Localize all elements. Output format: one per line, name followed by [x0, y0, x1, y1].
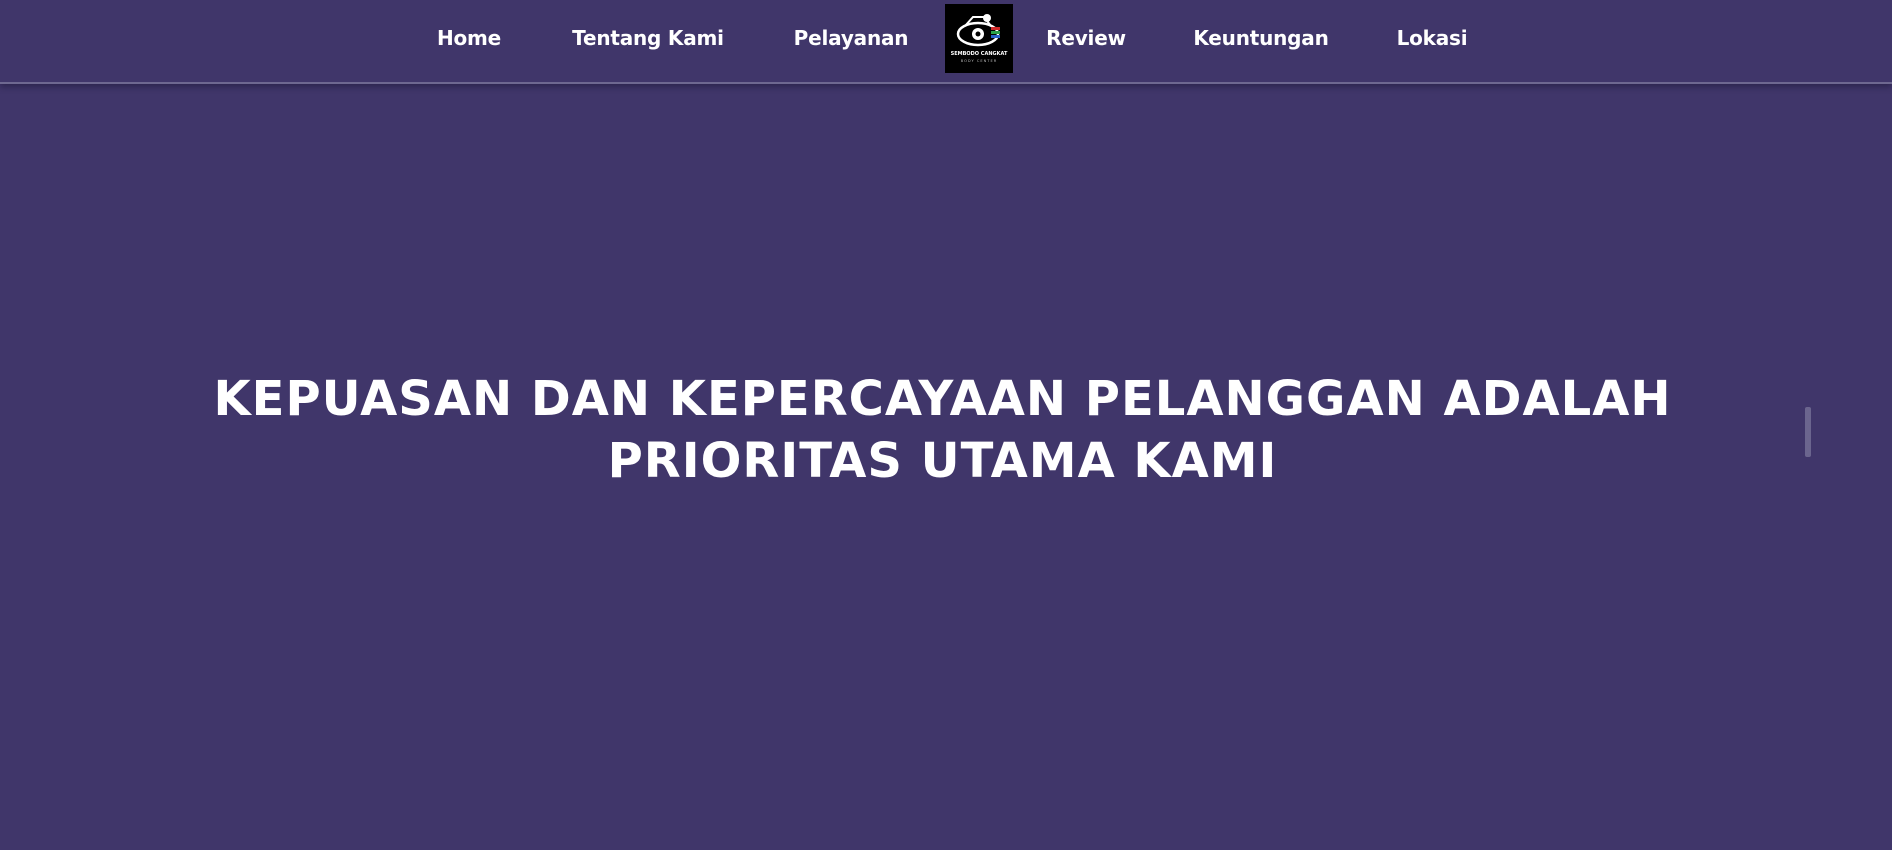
nav-item-review[interactable]: Review — [1046, 26, 1126, 50]
hero-title: KEPUASAN DAN KEPERCAYAAN PELANGGAN ADALA… — [213, 371, 1672, 489]
nav-item-keuntungan[interactable]: Keuntungan — [1193, 26, 1328, 50]
car-wheel-logo-icon: SEMBODO CANGKAT BODY CENTER — [951, 14, 1008, 63]
nav-item-lokasi[interactable]: Lokasi — [1397, 26, 1468, 50]
brand-logo[interactable]: SEMBODO CANGKAT BODY CENTER — [945, 4, 1013, 73]
top-navbar: Home Tentang Kami Pelayanan SEMBODO CANG… — [0, 0, 1892, 84]
page: Home Tentang Kami Pelayanan SEMBODO CANG… — [0, 0, 1892, 850]
logo-text-line2: BODY CENTER — [961, 59, 998, 63]
nav-item-pelayanan[interactable]: Pelayanan — [794, 26, 909, 50]
scroll-indicator[interactable] — [1805, 407, 1811, 457]
nav-item-home[interactable]: Home — [437, 26, 501, 50]
logo-text-line1: SEMBODO CANGKAT — [951, 51, 1008, 57]
nav-item-tentang-kami[interactable]: Tentang Kami — [572, 26, 724, 50]
